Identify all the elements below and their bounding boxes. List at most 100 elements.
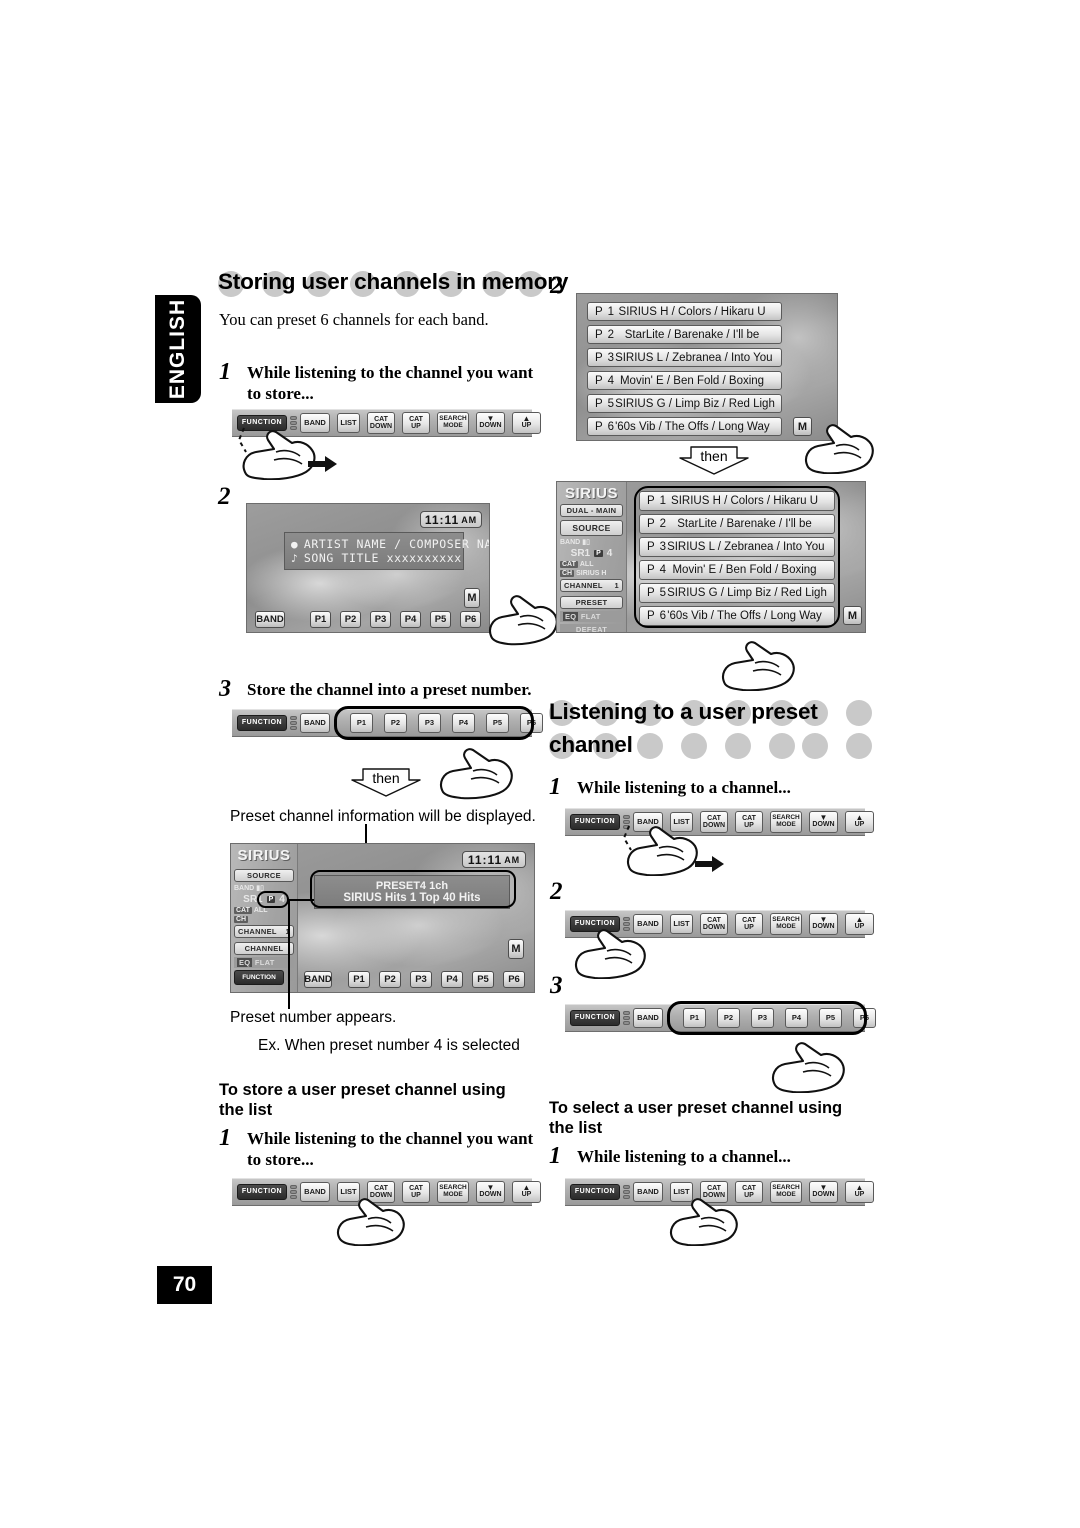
clock-suffix: AM — [504, 854, 521, 865]
soft-key-p3[interactable]: P3 — [370, 611, 391, 628]
preset-list-row[interactable]: P 4 Movin' E / Ben Fold / Boxing — [587, 371, 782, 390]
cat-up-line1: CAT — [742, 916, 756, 924]
down-button[interactable]: ▼ DOWN — [476, 412, 505, 434]
search-mode-button[interactable]: SEARCH MODE — [437, 412, 469, 434]
hand-cursor-preset — [438, 742, 516, 800]
function-button[interactable]: FUNCTION — [237, 1184, 287, 1200]
down-button[interactable]: ▼ DOWN — [809, 913, 838, 935]
cat-down-line1: CAT — [374, 1184, 388, 1192]
up-button[interactable]: ▲ UP — [845, 1181, 874, 1203]
soft-key-p1[interactable]: P1 — [310, 611, 331, 628]
soft-key-p5[interactable]: P5 — [430, 611, 451, 628]
preset-icon: P — [594, 550, 603, 557]
display-soft-key-row: BAND P1 P2 P3 P4 P5 P6 — [231, 971, 534, 988]
ch-tag: CH — [234, 916, 249, 923]
source-button[interactable]: SOURCE — [234, 869, 294, 882]
preset-list-row[interactable]: P 6 '60s Vib / The Offs / Long Way — [587, 417, 782, 436]
section-heading-storing-label: Storing user channels in memory — [218, 269, 569, 294]
function-button[interactable]: FUNCTION — [570, 1010, 620, 1026]
display-preset-list: P 1 SIRIUS H / Colors / Hikaru U P 2 Sta… — [576, 293, 838, 441]
preset-row-number: P 2 — [595, 328, 616, 341]
clock-display: 11:11 AM — [462, 851, 526, 868]
soft-key-p6[interactable]: P6 — [460, 611, 481, 628]
soft-key-band[interactable]: BAND — [304, 971, 332, 988]
memory-m-button[interactable]: M — [508, 939, 524, 959]
cat-up-line1: CAT — [742, 814, 756, 822]
up-button[interactable]: ▲ UP — [512, 412, 541, 434]
storing-step-1-title: While listening to the channel you want … — [247, 363, 534, 403]
hand-cursor-preset-list — [720, 637, 798, 691]
down-button[interactable]: ▼ DOWN — [809, 1181, 838, 1203]
then-label: then — [372, 770, 400, 786]
cat-up-line2: UP — [411, 423, 421, 430]
cat-tag: CAT — [234, 907, 252, 914]
preset-list-row[interactable]: P 3 SIRIUS L / Zebranea / Into You — [587, 348, 782, 367]
cat-down-line2: DOWN — [702, 822, 726, 829]
list-button[interactable]: LIST — [337, 413, 360, 433]
down-button[interactable]: ▼ DOWN — [809, 811, 838, 833]
preset-list-row[interactable]: P 5 SIRIUS G / Limp Biz / Red Ligh — [587, 394, 782, 413]
led-indicators — [290, 716, 297, 730]
cat-up-line1: CAT — [742, 1184, 756, 1192]
memory-m-button[interactable]: M — [464, 588, 480, 608]
hand-cursor-m-list — [803, 420, 877, 474]
list-button[interactable]: LIST — [670, 914, 693, 934]
cat-down-button[interactable]: CAT DOWN — [367, 412, 395, 434]
cat-up-button[interactable]: CAT UP — [735, 811, 763, 833]
search-mode-line2: MODE — [443, 422, 463, 429]
up-button[interactable]: ▲ UP — [845, 811, 874, 833]
soft-key-p2[interactable]: P2 — [340, 611, 361, 628]
search-mode-button[interactable]: SEARCH MODE — [770, 913, 802, 935]
soft-key-p3[interactable]: P3 — [410, 971, 432, 988]
soft-key-p4[interactable]: P4 — [441, 971, 463, 988]
cat-up-line2: UP — [744, 1192, 754, 1199]
search-mode-line2: MODE — [443, 1191, 463, 1198]
up-button[interactable]: ▲ UP — [512, 1181, 541, 1203]
soft-key-p5[interactable]: P5 — [472, 971, 494, 988]
search-mode-button[interactable]: SEARCH MODE — [437, 1181, 469, 1203]
function-button[interactable]: FUNCTION — [237, 715, 287, 731]
defeat-label: DEFEAT — [560, 624, 623, 632]
soft-key-p4[interactable]: P4 — [400, 611, 421, 628]
down-button[interactable]: ▼ DOWN — [476, 1181, 505, 1203]
storing-step-3-number: 3 — [219, 676, 231, 702]
subheading-select-using-list: To select a user preset channel using th… — [549, 1099, 843, 1137]
cat-up-button[interactable]: CAT UP — [402, 412, 430, 434]
search-mode-button[interactable]: SEARCH MODE — [770, 1181, 802, 1203]
up-label: UP — [521, 422, 532, 430]
cat-down-button[interactable]: CAT DOWN — [700, 913, 728, 935]
memory-m-button[interactable]: M — [843, 606, 862, 625]
hand-cursor-m-button — [487, 590, 561, 646]
preset-value: 4 — [606, 548, 613, 559]
hand-cursor-list — [335, 1194, 407, 1246]
preset-list-row[interactable]: P 1 SIRIUS H / Colors / Hikaru U — [587, 302, 782, 321]
source-button[interactable]: SOURCE — [560, 520, 623, 536]
soft-key-p6[interactable]: P6 — [503, 971, 525, 988]
search-mode-button[interactable]: SEARCH MODE — [770, 811, 802, 833]
band-button[interactable]: BAND — [633, 1008, 663, 1028]
storing-step-2-number: 2 — [218, 483, 231, 510]
function-button[interactable]: FUNCTION — [570, 814, 620, 830]
listening-step-2-number: 2 — [550, 878, 563, 905]
preset-number-leader-h — [288, 899, 314, 901]
cat-up-button[interactable]: CAT UP — [735, 913, 763, 935]
up-label: UP — [854, 923, 865, 931]
soft-key-band[interactable]: BAND — [255, 611, 285, 628]
soft-key-p2[interactable]: P2 — [379, 971, 401, 988]
band-button[interactable]: BAND — [633, 1182, 663, 1202]
soft-key-p1[interactable]: P1 — [348, 971, 370, 988]
display-preset-list-framed: SIRIUS DUAL - MAIN SOURCE BAND ▮▯ SR1 P … — [556, 481, 866, 633]
preset-list-row[interactable]: P 2 StarLite / Barenake / I'll be — [587, 325, 782, 344]
cat-down-line1: CAT — [374, 415, 388, 423]
down-label: DOWN — [812, 1191, 835, 1199]
preset-row-number: P 1 — [595, 305, 616, 318]
band-button[interactable]: BAND — [300, 713, 330, 733]
function-button[interactable]: FUNCTION — [570, 1184, 620, 1200]
cat-tag: CAT — [560, 561, 578, 568]
dual-main-indicator: DUAL - MAIN — [560, 504, 623, 517]
up-button[interactable]: ▲ UP — [845, 913, 874, 935]
search-mode-line2: MODE — [776, 821, 796, 828]
cat-up-line1: CAT — [409, 415, 423, 423]
cat-down-button[interactable]: CAT DOWN — [700, 811, 728, 833]
band-button[interactable]: BAND — [300, 1182, 330, 1202]
